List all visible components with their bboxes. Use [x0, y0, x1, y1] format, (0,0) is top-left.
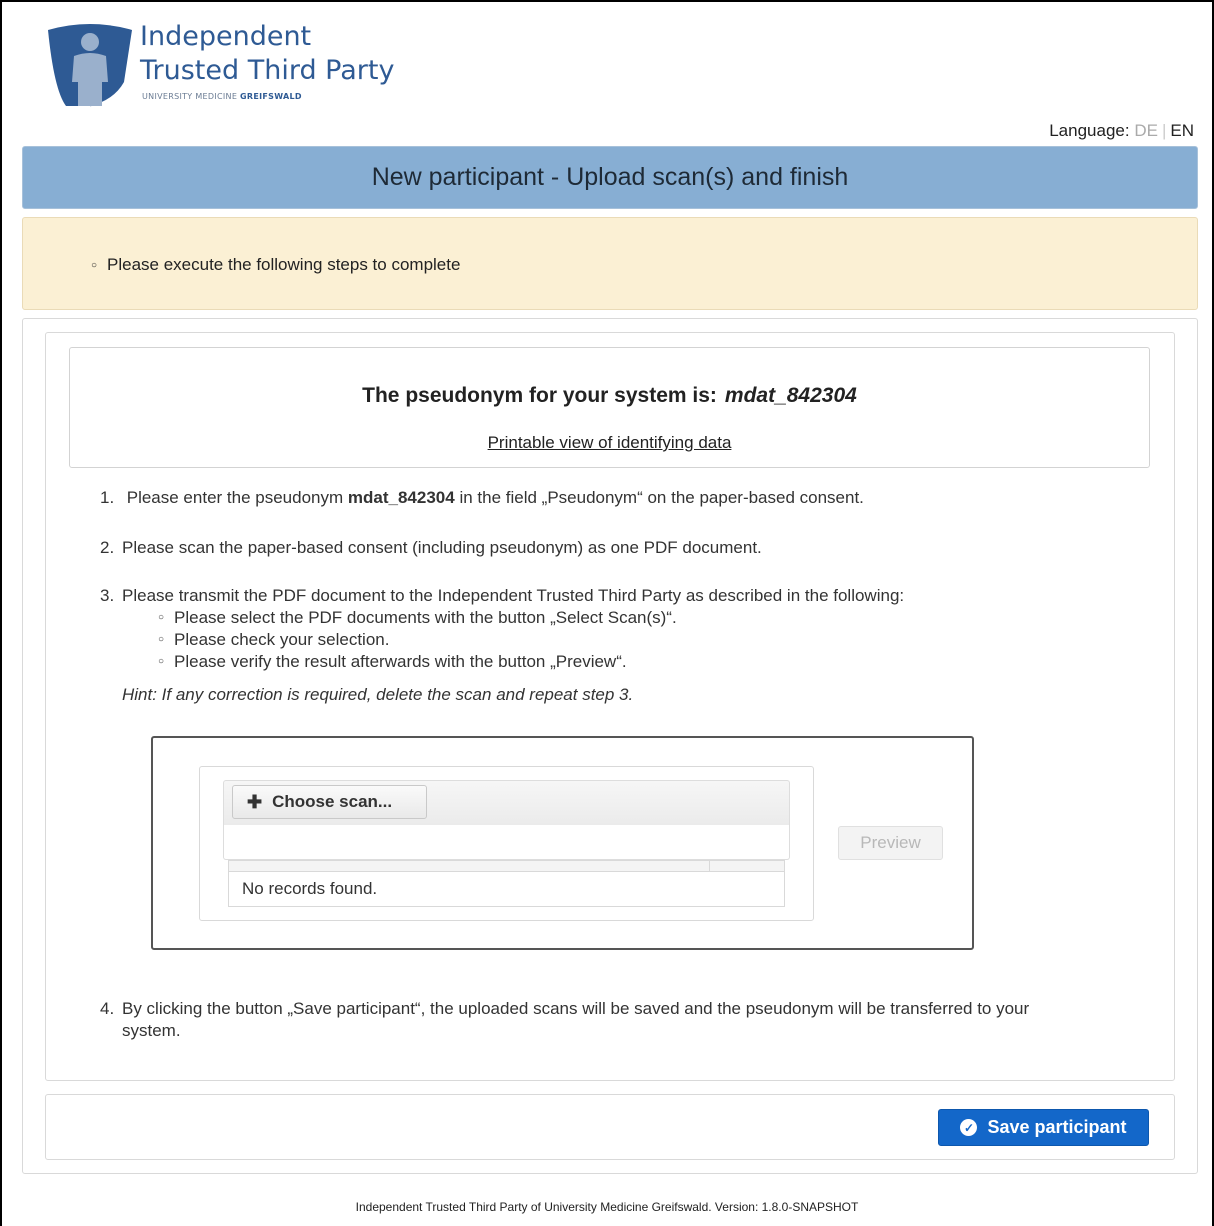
choose-scan-button[interactable]: ✚ Choose scan... — [232, 785, 427, 819]
logo-line-1: Independent — [140, 21, 312, 52]
language-de-link[interactable]: DE — [1134, 121, 1158, 140]
save-participant-label: Save participant — [987, 1117, 1127, 1137]
step-2-text: Please scan the paper-based consent (inc… — [122, 538, 762, 557]
step-1-text-b: in the field „Pseudonym“ on the paper-ba… — [459, 488, 864, 507]
step-3-text: Please transmit the PDF document to the … — [122, 586, 905, 605]
pseudonym-line: The pseudonym for your system is: mdat_84… — [70, 384, 1149, 408]
step-4-number: 4. — [100, 999, 115, 1018]
step-3: 3. Please transmit the PDF document to th… — [100, 586, 904, 606]
language-separator: | — [1161, 121, 1167, 140]
logo: Independent Trusted Third Party UNIVERSI… — [44, 20, 404, 110]
file-upload-content — [223, 825, 790, 860]
step-3-sub-2: Please check your selection. — [158, 630, 389, 650]
pseudonym-value: mdat_842304 — [724, 384, 857, 407]
logo-subtitle: UNIVERSITY MEDICINE GREIFSWALD — [142, 92, 302, 101]
pseudonym-prefix: The pseudonym for your system is: — [362, 384, 717, 407]
choose-scan-label: Choose scan... — [272, 792, 393, 811]
step-1: 1. Please enter the pseudonym mdat_84230… — [100, 488, 864, 508]
column-divider — [709, 861, 710, 871]
preview-button[interactable]: Preview — [838, 826, 943, 860]
step-1-number: 1. — [100, 488, 115, 507]
logo-sub-prefix: UNIVERSITY MEDICINE — [142, 92, 238, 101]
step-2: 2. Please scan the paper-based consent (i… — [100, 538, 762, 558]
page-title: New participant - Upload scan(s) and fin… — [371, 163, 849, 191]
step-1-pseudonym: mdat_842304 — [347, 488, 455, 507]
info-message-box: Please execute the following steps to co… — [22, 217, 1198, 310]
language-switcher: Language: DE | EN — [1049, 121, 1194, 141]
language-en-link[interactable]: EN — [1170, 121, 1194, 140]
language-label: Language: — [1049, 121, 1130, 140]
info-item: Please execute the following steps to co… — [91, 255, 460, 275]
step-3-hint: Hint: If any correction is required, del… — [122, 685, 634, 704]
plus-icon: ✚ — [247, 791, 263, 812]
page-title-bar: New participant - Upload scan(s) and fin… — [22, 146, 1198, 209]
page-footer: Independent Trusted Third Party of Unive… — [355, 1200, 859, 1214]
info-list: Please execute the following steps to co… — [91, 255, 460, 275]
step-3-number: 3. — [100, 586, 115, 605]
step-3-sub-1: Please select the PDF documents with the… — [158, 608, 677, 628]
step-4-text-1: By clicking the button „Save participant… — [122, 999, 1030, 1018]
pseudonym-box: The pseudonym for your system is: mdat_84… — [69, 347, 1150, 468]
logo-title: Independent Trusted Third Party — [140, 20, 394, 88]
logo-shield-icon — [48, 24, 132, 107]
logo-line-2: Trusted Third Party — [140, 55, 395, 86]
step-2-number: 2. — [100, 538, 115, 557]
step-4: 4. By clicking the button „Save participa… — [100, 999, 1029, 1019]
save-participant-button[interactable]: ✓ Save participant — [938, 1109, 1149, 1146]
check-circle-icon: ✓ — [960, 1119, 978, 1136]
logo-sub-bold: GREIFSWALD — [240, 92, 302, 101]
scans-table-empty: No records found. — [228, 871, 785, 907]
step-3-sub-3: Please verify the result afterwards with… — [158, 652, 627, 672]
step-1-text-a: Please enter the pseudonym — [126, 488, 344, 507]
step-4-line-2: system. — [122, 1021, 181, 1040]
printable-view-link[interactable]: Printable view of identifying data — [70, 433, 1149, 453]
